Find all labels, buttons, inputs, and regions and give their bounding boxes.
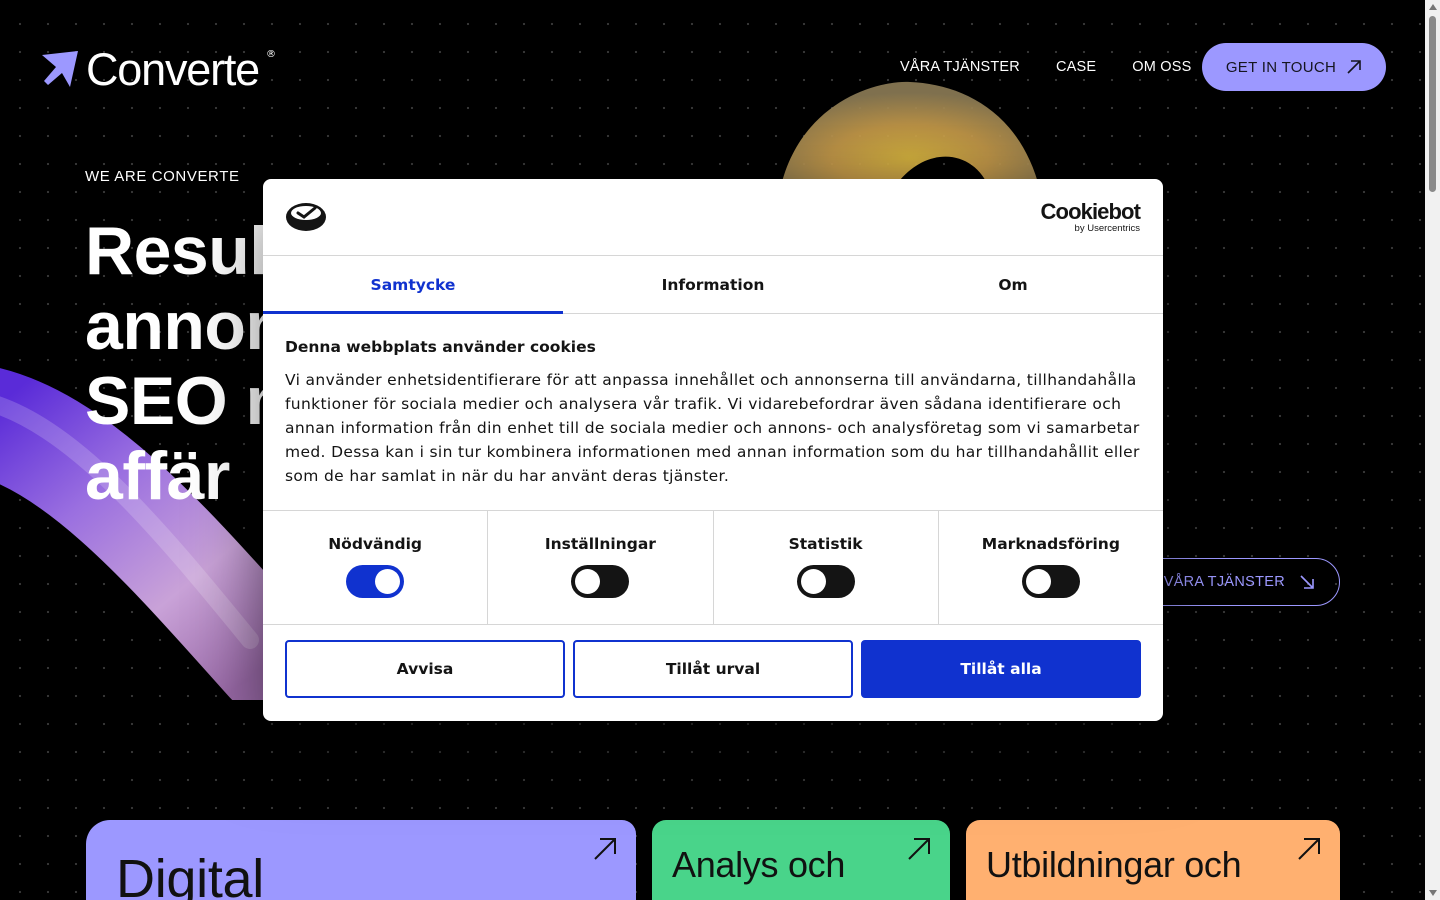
marketing-toggle[interactable]: [1021, 565, 1080, 598]
dialog-actions: Avvisa Tillåt urval Tillåt alla: [263, 625, 1163, 698]
statistics-toggle[interactable]: [796, 565, 855, 598]
service-card-utbildningar[interactable]: Utbildningar och: [966, 820, 1340, 900]
nav-item-case[interactable]: CASE: [1056, 59, 1096, 75]
allow-all-button[interactable]: Tillåt alla: [861, 640, 1141, 698]
dialog-body: Denna webbplats använder cookies Vi anvä…: [263, 314, 1163, 510]
arrow-up-right-icon: [1347, 60, 1361, 74]
nav-item-about[interactable]: OM OSS: [1132, 59, 1191, 75]
get-in-touch-button[interactable]: GET IN TOUCH: [1202, 43, 1386, 91]
nav-item-services[interactable]: VÅRA TJÄNSTER: [900, 59, 1020, 75]
toggle-label: Nödvändig: [328, 535, 423, 553]
tab-information[interactable]: Information: [563, 256, 863, 313]
arrow-up-right-icon: [594, 838, 616, 860]
cookie-consent-dialog: Cookiebot by Usercentrics Samtycke Infor…: [263, 179, 1163, 721]
main-nav: VÅRA TJÄNSTER CASE OM OSS: [900, 59, 1192, 75]
toggle-label: Marknadsföring: [981, 535, 1120, 553]
get-in-touch-label: GET IN TOUCH: [1225, 58, 1337, 76]
dialog-tabs: Samtycke Information Om: [263, 256, 1163, 314]
toggle-group-marketing: Marknadsföring: [939, 511, 1163, 624]
scrollbar-thumb[interactable]: [1429, 16, 1436, 192]
cookiebot-brand-sub: by Usercentrics: [1074, 223, 1140, 234]
scroll-down-arrow-icon[interactable]: [1429, 890, 1437, 896]
logo-arrow-icon: [42, 51, 78, 87]
cookiebot-brand[interactable]: Cookiebot by Usercentrics: [1040, 199, 1141, 234]
cookiebot-brand-name: Cookiebot: [1040, 199, 1141, 224]
cookiebot-logo-icon: [286, 203, 326, 231]
tab-samtycke[interactable]: Samtycke: [263, 256, 563, 314]
reject-button[interactable]: Avvisa: [285, 640, 565, 698]
service-card-analys[interactable]: Analys och: [652, 820, 950, 900]
hero-services-label: VÅRA TJÄNSTER: [1163, 574, 1285, 590]
arrow-down-right-icon: [1300, 575, 1314, 589]
hero-eyebrow: WE ARE CONVERTE: [85, 168, 240, 185]
service-card-digital[interactable]: Digital: [86, 820, 636, 900]
dialog-description: Vi använder enhetsidentifierare för att …: [285, 371, 1140, 485]
toggle-group-preferences: Inställningar: [488, 511, 714, 624]
service-card-title: Digital: [116, 849, 264, 900]
allow-selection-button[interactable]: Tillåt urval: [573, 640, 853, 698]
necessary-toggle[interactable]: [346, 565, 405, 598]
tab-om[interactable]: Om: [863, 256, 1163, 313]
service-card-title: Utbildningar och: [986, 844, 1242, 885]
scroll-up-arrow-icon[interactable]: [1429, 4, 1437, 10]
consent-toggles: Nödvändig Inställningar Statistik Markna…: [263, 510, 1163, 625]
page-scrollbar[interactable]: [1425, 0, 1440, 900]
toggle-group-statistics: Statistik: [714, 511, 939, 624]
toggle-label: Statistik: [788, 535, 863, 553]
dialog-header: Cookiebot by Usercentrics: [263, 179, 1163, 256]
logo-wordmark: Converte: [86, 44, 260, 95]
dialog-heading: Denna webbplats använder cookies: [285, 338, 596, 356]
registered-mark: ®: [266, 48, 276, 60]
toggle-group-necessary: Nödvändig: [263, 511, 489, 624]
hoop-graphic: [780, 81, 1040, 190]
preferences-toggle[interactable]: [571, 565, 630, 598]
arrow-up-right-icon: [908, 838, 930, 860]
service-card-title: Analys och: [672, 844, 846, 885]
arrow-up-right-icon: [1298, 838, 1320, 860]
converte-logo[interactable]: Converte ®: [40, 44, 276, 96]
toggle-label: Inställningar: [544, 535, 656, 553]
